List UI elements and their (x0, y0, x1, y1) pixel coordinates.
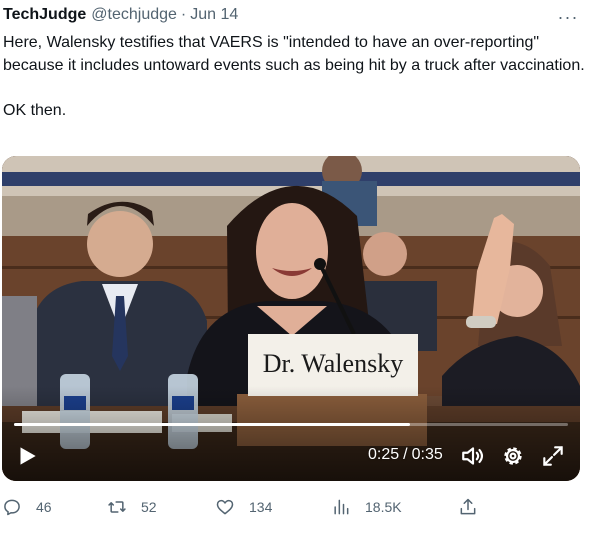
action-bar: 46 52 134 18.5K (0, 493, 593, 521)
views-count: 18.5K (365, 499, 402, 515)
reply-icon (4, 499, 20, 516)
heart-icon (216, 499, 234, 515)
tweet: TechJudge @techjudge · Jun 14 ··· Here, … (0, 0, 593, 533)
tweet-header: TechJudge @techjudge · Jun 14 (3, 6, 238, 28)
more-options-icon[interactable]: ··· (556, 6, 580, 28)
current-time: 0:25 (368, 446, 400, 463)
views-chart-icon (334, 499, 349, 515)
play-icon[interactable] (14, 443, 40, 469)
retweet-button[interactable]: 52 (107, 493, 157, 521)
progress-fill (14, 423, 410, 426)
author-handle[interactable]: @techjudge (91, 6, 177, 24)
progress-bar[interactable] (14, 423, 568, 426)
reply-button[interactable]: 46 (2, 493, 52, 521)
settings-gear-icon[interactable] (500, 443, 526, 469)
volume-icon[interactable] (460, 443, 486, 469)
time-separator: / (403, 446, 408, 463)
reply-count: 46 (36, 499, 52, 515)
retweet-count: 52 (141, 499, 157, 515)
name-placard: Dr. Walensky (263, 349, 403, 378)
tweet-date[interactable]: Jun 14 (190, 6, 238, 24)
share-icon (460, 498, 476, 515)
tweet-paragraph: OK then. (3, 102, 67, 119)
time-display: 0:25/0:35 (368, 446, 443, 464)
views-button[interactable]: 18.5K (331, 493, 402, 521)
share-button[interactable] (458, 493, 492, 521)
video-player[interactable]: Dr. Walensky 0:25/0:35 (2, 156, 580, 481)
tweet-text: Here, Walensky testifies that VAERS is "… (3, 31, 588, 122)
video-frame: Dr. Walensky (2, 156, 580, 481)
like-count: 134 (249, 499, 273, 515)
like-button[interactable]: 134 (215, 493, 272, 521)
retweet-icon (108, 501, 126, 513)
duration: 0:35 (411, 446, 443, 463)
fullscreen-icon[interactable] (540, 443, 566, 469)
tweet-paragraph: Here, Walensky testifies that VAERS is "… (3, 34, 585, 74)
separator-dot: · (180, 6, 187, 23)
author-name[interactable]: TechJudge (3, 6, 86, 24)
